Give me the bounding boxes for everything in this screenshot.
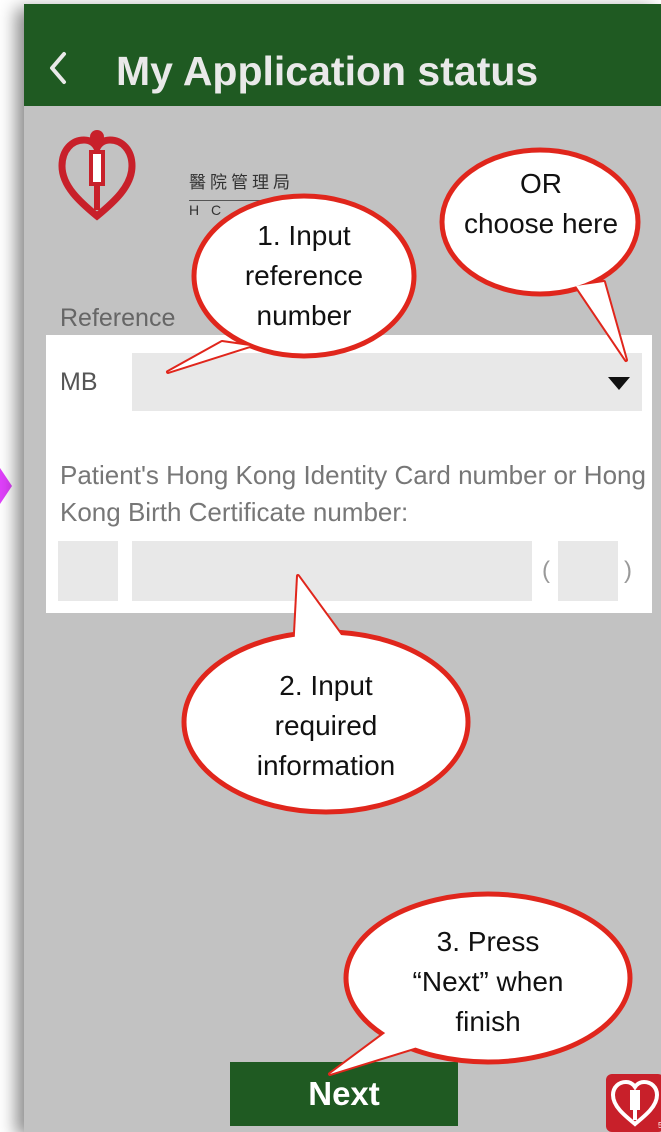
hospital-authority-logo xyxy=(58,130,136,221)
callout-input-required-text: 2. Input required information xyxy=(256,670,396,781)
mb-prefix-label: MB xyxy=(60,368,98,396)
application-form: MB Patient's Hong Kong Identity Card num… xyxy=(46,335,652,613)
check-digit-close-paren: ) xyxy=(624,557,632,584)
hospital-authority-corner-logo: 5 xyxy=(606,1074,661,1132)
page-title: My Application status xyxy=(116,48,539,94)
id-number-field[interactable] xyxy=(132,541,532,601)
check-digit-field[interactable] xyxy=(558,541,618,601)
reference-number-field[interactable] xyxy=(132,353,642,411)
check-digit-open-paren: ( xyxy=(542,557,550,584)
caret-down-icon[interactable] xyxy=(608,377,630,390)
callout-choose-here-text: OR choose here xyxy=(463,168,619,239)
org-name-chinese: 醫院管理局 xyxy=(189,173,294,193)
chevron-left-icon[interactable] xyxy=(44,48,72,88)
callout-press-next-text: 3. Press “Next” when finish xyxy=(412,926,564,1037)
slide-marker xyxy=(0,468,12,504)
reference-label: Reference xyxy=(60,304,176,332)
org-divider xyxy=(189,200,319,201)
callout-input-reference-text: 1. Input reference number xyxy=(244,220,364,331)
id-prefix-field[interactable] xyxy=(58,541,118,601)
identity-card-label: Patient's Hong Kong Identity Card number… xyxy=(60,460,646,527)
next-button[interactable]: Next xyxy=(230,1062,458,1126)
app-header: My Application status xyxy=(24,4,661,106)
